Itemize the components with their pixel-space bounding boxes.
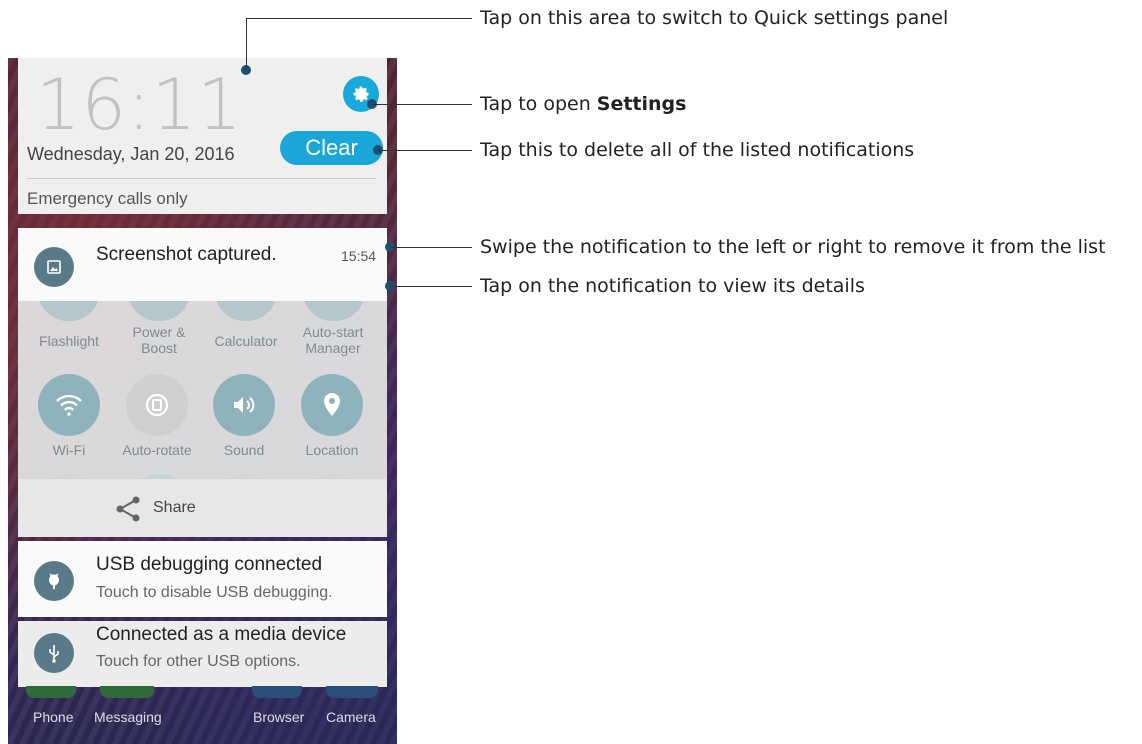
qs-tile-partial [128, 301, 190, 321]
wifi-circle [38, 374, 100, 436]
notification-header[interactable]: 16:11 Wednesday, Jan 20, 2016 Clear Emer… [18, 58, 387, 214]
notification-media-device[interactable]: Connected as a media device Touch for ot… [18, 621, 387, 687]
date: Wednesday, Jan 20, 2016 [27, 144, 235, 164]
qs-tile-partial [303, 301, 365, 321]
location-icon [324, 393, 340, 416]
qs-label-flashlight: Flashlight [39, 333, 99, 349]
screenshot-preview[interactable]: Flashlight Power & Boost Calculator Auto… [18, 301, 387, 537]
notification-title: Screenshot captured. [96, 244, 277, 265]
notification-subtitle: Touch to disable USB debugging. [96, 584, 333, 601]
camera-app-icon[interactable] [326, 686, 378, 698]
location-circle [301, 374, 363, 436]
qs-label-calculator: Calculator [214, 333, 278, 349]
callout-swipe: Swipe the notification to the left or ri… [480, 236, 1106, 258]
qs-label-wifi: Wi-Fi [52, 442, 86, 458]
callout-settings: Tap to open Settings [480, 93, 686, 115]
notification-title: USB debugging connected [96, 554, 323, 575]
notification-icon [34, 633, 74, 673]
share-label: Share [153, 499, 196, 516]
callout-line [372, 104, 472, 105]
qs-label-location: Location [305, 442, 359, 458]
clear-button[interactable]: Clear [280, 131, 383, 165]
qs-label-power-boost: Power & Boost [132, 324, 186, 356]
sound-circle [213, 374, 275, 436]
sound-icon [234, 397, 255, 413]
clock: 16:11 [36, 64, 243, 146]
phone-screen: 16:11 Wednesday, Jan 20, 2016 Clear Emer… [8, 58, 397, 744]
callout-settings-bold: Settings [596, 93, 687, 115]
qs-tile-auto-rotate[interactable]: Auto-rotate [118, 374, 196, 458]
android-debug-icon [49, 573, 59, 589]
callout-line [378, 150, 472, 151]
qs-label-auto-rotate: Auto-rotate [122, 442, 192, 458]
auto-rotate-circle [126, 374, 188, 436]
dock-label-phone[interactable]: Phone [33, 709, 73, 725]
browser-app-icon[interactable] [252, 686, 302, 698]
qs-tile-partial [38, 301, 100, 321]
callout-quick-settings: Tap on this area to switch to Quick sett… [480, 7, 949, 29]
notification-time: 15:54 [341, 248, 377, 264]
phone-app-icon[interactable] [26, 686, 76, 698]
callout-line [390, 247, 472, 248]
dock-label-camera[interactable]: Camera [326, 709, 376, 725]
notification-screenshot[interactable]: Screenshot captured. 15:54 [18, 228, 387, 301]
dock-label-messaging[interactable]: Messaging [94, 709, 162, 725]
callout-line [246, 18, 247, 68]
dock-label-browser[interactable]: Browser [253, 709, 304, 725]
divider [27, 178, 376, 179]
carrier-status: Emergency calls only [27, 189, 188, 208]
wifi-icon [56, 394, 82, 416]
qs-tile-sound[interactable]: Sound [205, 374, 283, 458]
share-action[interactable]: Share [18, 479, 387, 537]
qs-tile-wifi[interactable]: Wi-Fi [30, 374, 108, 458]
auto-rotate-icon [145, 393, 169, 417]
qs-tile-location[interactable]: Location [293, 374, 371, 458]
callout-line [246, 18, 472, 19]
notification-subtitle: Touch for other USB options. [96, 653, 301, 670]
callout-tap-notification: Tap on the notification to view its deta… [480, 275, 865, 297]
qs-label-auto-start: Auto-start Manager [302, 324, 364, 356]
callout-settings-prefix: Tap to open [480, 93, 597, 115]
notification-icon [34, 561, 74, 601]
image-icon [47, 260, 61, 274]
messaging-app-icon[interactable] [100, 686, 154, 698]
notification-usb-debugging[interactable]: USB debugging connected Touch to disable… [18, 541, 387, 617]
qs-tile-partial [215, 301, 277, 321]
usb-icon [49, 645, 59, 663]
notification-icon [34, 247, 74, 287]
callout-line [390, 286, 472, 287]
share-icon [116, 496, 140, 522]
notification-title: Connected as a media device [96, 624, 347, 645]
callout-clear: Tap this to delete all of the listed not… [480, 139, 915, 161]
qs-label-sound: Sound [223, 442, 265, 458]
